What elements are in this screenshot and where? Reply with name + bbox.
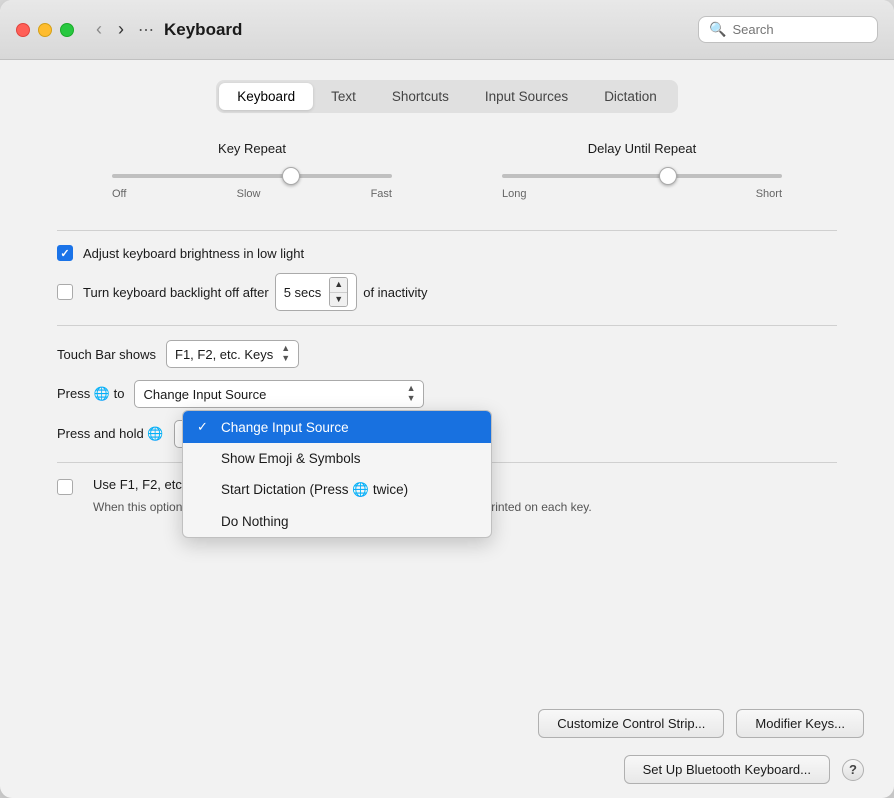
backlight-arrows[interactable]: ▲ ▼ [329,277,348,307]
maximize-button[interactable] [60,23,74,37]
sliders-row: Key Repeat Off Slow Fast Delay Until Rep… [57,141,837,202]
touch-bar-row: Touch Bar shows F1, F2, etc. Keys ▲ ▼ [57,340,837,368]
brightness-row: Adjust keyboard brightness in low light [57,245,837,261]
backlight-stepper-inline: Turn keyboard backlight off after 5 secs… [83,273,428,311]
touch-bar-value: F1, F2, etc. Keys [175,347,273,362]
back-button[interactable]: ‹ [90,17,108,42]
touch-bar-label: Touch Bar shows [57,347,156,362]
check-icon-change-input: ✓ [197,419,217,435]
press-globe-dropdown[interactable]: Change Input Source ▲ ▼ [134,380,424,408]
key-repeat-slow: Slow [237,188,261,200]
backlight-suffix: of inactivity [363,285,427,300]
delay-repeat-group: Delay Until Repeat Long Short [502,141,782,202]
fn-checkbox[interactable] [57,479,73,495]
content-area: Keyboard Text Shortcuts Input Sources Di… [0,60,894,798]
delay-repeat-label: Delay Until Repeat [588,141,696,156]
backlight-row: Turn keyboard backlight off after 5 secs… [57,273,837,311]
key-repeat-group: Key Repeat Off Slow Fast [112,141,392,202]
traffic-lights [16,23,74,37]
brightness-checkbox[interactable] [57,245,73,261]
brightness-label: Adjust keyboard brightness in low light [83,246,304,261]
bluetooth-button[interactable]: Set Up Bluetooth Keyboard... [624,755,830,784]
search-input[interactable] [732,22,867,37]
key-repeat-label: Key Repeat [218,141,286,156]
tab-text[interactable]: Text [313,83,374,110]
search-box[interactable]: 🔍 [698,16,878,43]
title-bar: ‹ › ⋯ Keyboard 🔍 [0,0,894,60]
dropdown-item-change-input[interactable]: ✓ Change Input Source [183,411,491,443]
keyboard-window: ‹ › ⋯ Keyboard 🔍 Keyboard Text Shortcuts… [0,0,894,798]
minimize-button[interactable] [38,23,52,37]
bottom-buttons: Customize Control Strip... Modifier Keys… [538,709,864,738]
modifier-button[interactable]: Modifier Keys... [736,709,864,738]
delay-repeat-slider[interactable] [502,174,782,178]
dropdown-label-change-input: Change Input Source [221,420,349,435]
press-globe-label: Press 🌐 to [57,386,124,402]
dropdown-label-dictation: Start Dictation (Press 🌐 twice) [221,482,408,498]
key-repeat-ticks: Off Slow Fast [112,186,392,202]
nav-buttons: ‹ › [90,17,130,42]
forward-button[interactable]: › [112,17,130,42]
window-title: Keyboard [164,20,242,40]
press-globe-dropdown-menu: ✓ Change Input Source Show Emoji & Symbo… [182,410,492,538]
delay-repeat-ticks: Long Short [502,186,782,202]
grid-button[interactable]: ⋯ [138,20,154,40]
dropdown-label-emoji: Show Emoji & Symbols [221,451,361,466]
key-repeat-off: Off [112,188,126,200]
press-globe-value: Change Input Source [143,387,266,402]
delay-repeat-track [502,166,782,186]
key-repeat-track [112,166,392,186]
press-globe-row: Press 🌐 to Change Input Source ▲ ▼ ✓ Cha… [57,380,837,408]
press-hold-label: Press and hold 🌐 [57,426,164,442]
backlight-up-arrow[interactable]: ▲ [330,278,347,293]
backlight-stepper-box[interactable]: 5 secs ▲ ▼ [275,273,358,311]
backlight-checkbox[interactable] [57,284,73,300]
touch-bar-arrows[interactable]: ▲ ▼ [281,344,290,364]
key-repeat-fast: Fast [371,188,392,200]
tab-input-sources[interactable]: Input Sources [467,83,586,110]
backlight-label: Turn keyboard backlight off after [83,285,269,300]
tab-bar: Keyboard Text Shortcuts Input Sources Di… [216,80,677,113]
tab-shortcuts[interactable]: Shortcuts [374,83,467,110]
dropdown-item-emoji[interactable]: Show Emoji & Symbols [183,443,491,474]
backlight-value: 5 secs [284,285,322,300]
press-globe-arrows[interactable]: ▲ ▼ [407,384,416,404]
tab-keyboard[interactable]: Keyboard [219,83,313,110]
backlight-down-arrow[interactable]: ▼ [330,293,347,307]
divider-2 [57,325,837,326]
touch-bar-dropdown[interactable]: F1, F2, etc. Keys ▲ ▼ [166,340,299,368]
very-bottom: Set Up Bluetooth Keyboard... ? [624,755,864,784]
dropdown-label-nothing: Do Nothing [221,514,289,529]
delay-long: Long [502,188,526,200]
key-repeat-slider[interactable] [112,174,392,178]
dropdown-item-nothing[interactable]: Do Nothing [183,506,491,537]
customize-button[interactable]: Customize Control Strip... [538,709,724,738]
settings-body: Key Repeat Off Slow Fast Delay Until Rep… [57,141,837,516]
dropdown-item-dictation[interactable]: Start Dictation (Press 🌐 twice) [183,474,491,506]
tabs-container: Keyboard Text Shortcuts Input Sources Di… [30,80,864,113]
search-icon: 🔍 [709,21,726,38]
delay-short: Short [756,188,782,200]
divider-1 [57,230,837,231]
tab-dictation[interactable]: Dictation [586,83,675,110]
help-button[interactable]: ? [842,759,864,781]
close-button[interactable] [16,23,30,37]
